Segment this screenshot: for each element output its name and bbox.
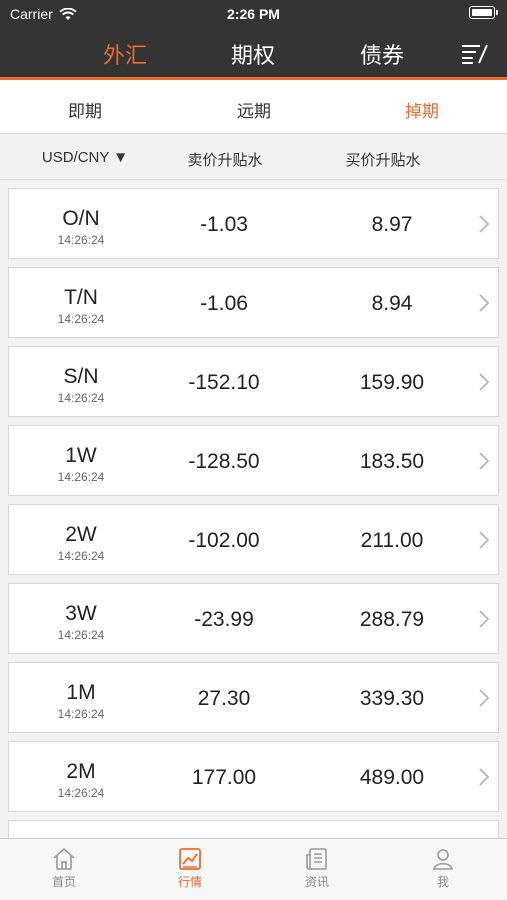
sell-points: -1.03 — [200, 213, 248, 236]
quote-row[interactable]: T/N 14:26:24 -1.06 8.94 — [8, 267, 499, 338]
bottom-tab-label: 行情 — [177, 875, 202, 889]
quote-row[interactable]: S/N 14:26:24 -152.10 159.90 — [8, 346, 499, 417]
top-tab-bar: 外汇 期权 债券 — [0, 38, 507, 72]
bottom-tab-home[interactable]: 首页 — [24, 847, 104, 890]
chevron-right-icon — [479, 531, 490, 549]
quote-row[interactable]: 2M 14:26:24 177.00 489.00 — [8, 741, 499, 812]
quote-time: 14:26:24 — [57, 786, 105, 800]
quote-row[interactable]: 3W 14:26:24 -23.99 288.79 — [8, 583, 499, 654]
buy-points: 8.97 — [371, 213, 413, 236]
buy-column-header: 买价升贴水 — [345, 152, 421, 169]
tab-bonds[interactable]: 债券 — [332, 38, 432, 70]
quote-time: 14:26:24 — [57, 470, 105, 484]
tab-forex[interactable]: 外汇 — [75, 38, 175, 70]
quote-row[interactable]: O/N 14:26:24 -1.03 8.97 — [8, 188, 499, 259]
tenor-label: 2M — [66, 760, 96, 783]
quote-time: 14:26:24 — [57, 233, 105, 247]
user-icon — [433, 849, 453, 870]
quote-time: 14:26:24 — [57, 628, 105, 642]
tenor-label: T/N — [64, 286, 98, 309]
status-bar: Carrier 2:26 PM — [0, 0, 507, 28]
top-header: Carrier 2:26 PM 外汇 期权 债券 — [0, 0, 507, 80]
chevron-right-icon — [479, 294, 490, 312]
buy-points: 183.50 — [359, 450, 425, 473]
bottom-tab-me[interactable]: 我 — [403, 847, 483, 890]
quote-row[interactable]: 1W 14:26:24 -128.50 183.50 — [8, 425, 499, 496]
buy-points: 489.00 — [359, 766, 425, 789]
quote-time: 14:26:24 — [57, 312, 105, 326]
quote-row[interactable]: 1M 14:26:24 27.30 339.30 — [8, 662, 499, 733]
sell-points: -23.99 — [194, 608, 254, 631]
chevron-right-icon — [479, 215, 490, 233]
bottom-tab-label: 首页 — [51, 875, 76, 889]
tenor-label: 1M — [66, 681, 96, 704]
tenor-label: 2W — [65, 523, 97, 546]
news-icon — [306, 848, 327, 870]
chevron-right-icon — [479, 610, 490, 628]
sell-points: -1.06 — [200, 292, 248, 315]
bottom-tab-label: 我 — [436, 875, 449, 889]
sell-points: -152.10 — [188, 371, 260, 394]
subtab-swap[interactable]: 掉期 — [362, 97, 482, 122]
sell-column-header: 卖价升贴水 — [187, 152, 263, 169]
chevron-right-icon — [479, 768, 490, 786]
battery-icon — [469, 6, 498, 19]
sell-points: -102.00 — [188, 529, 260, 552]
bottom-tab-bar: 首页 行情 资讯 我 — [0, 838, 507, 900]
quote-time: 14:26:24 — [57, 549, 105, 563]
subtab-spot[interactable]: 即期 — [25, 97, 145, 122]
quote-time: 14:26:24 — [57, 391, 105, 405]
bottom-tab-label: 资讯 — [304, 875, 329, 889]
chevron-right-icon — [479, 373, 490, 391]
buy-points: 159.90 — [359, 371, 425, 394]
buy-points: 211.00 — [360, 529, 424, 552]
tenor-label: 1W — [65, 444, 97, 467]
status-time: 2:26 PM — [227, 6, 280, 22]
subtab-forward[interactable]: 远期 — [194, 97, 314, 122]
chevron-right-icon — [479, 689, 490, 707]
tenor-label: 3W — [65, 602, 97, 625]
market-chart-icon — [179, 848, 201, 870]
tenor-label: S/N — [63, 365, 99, 388]
edit-list-icon[interactable] — [461, 43, 489, 65]
bottom-tab-news[interactable]: 资讯 — [277, 847, 357, 890]
home-icon — [53, 847, 75, 870]
tenor-label: O/N — [62, 207, 100, 230]
currency-pair-selector[interactable]: USD/CNY ▼ — [20, 149, 150, 166]
column-header: USD/CNY ▼ 卖价升贴水 买价升贴水 — [0, 135, 507, 180]
sell-points: 27.30 — [197, 687, 251, 710]
buy-points: 339.30 — [359, 687, 425, 710]
bottom-tab-market[interactable]: 行情 — [150, 847, 230, 890]
quote-time: 14:26:24 — [57, 707, 105, 721]
tab-options[interactable]: 期权 — [203, 38, 303, 70]
chevron-right-icon — [479, 452, 490, 470]
sub-tab-bar: 即期 远期 掉期 — [0, 80, 507, 134]
quote-row[interactable]: 2W 14:26:24 -102.00 211.00 — [8, 504, 499, 575]
sell-points: -128.50 — [188, 450, 260, 473]
buy-points: 8.94 — [371, 292, 413, 315]
buy-points: 288.79 — [359, 608, 425, 631]
quote-row-partial[interactable] — [8, 820, 499, 840]
sell-points: 177.00 — [191, 766, 257, 789]
